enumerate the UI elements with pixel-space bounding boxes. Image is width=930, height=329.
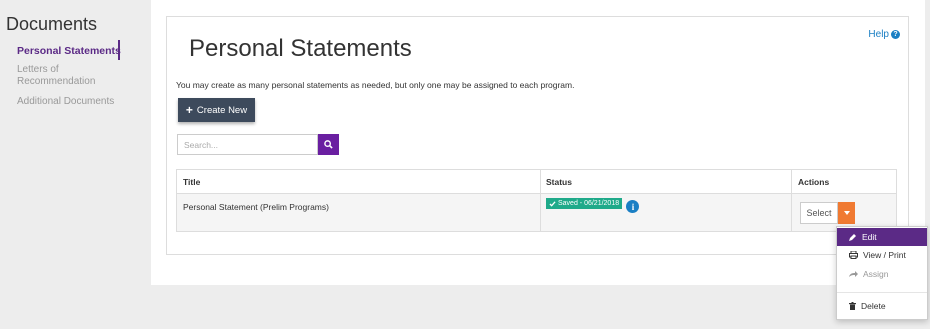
caret-down-icon: [843, 211, 850, 215]
search-icon: [324, 140, 333, 149]
actions-dropdown-menu: Edit View / Print Assign Delete: [836, 226, 928, 320]
table-header: Title Status Actions: [177, 170, 896, 194]
sidebar-heading: Documents: [6, 14, 98, 34]
menu-item-delete[interactable]: Delete: [837, 297, 927, 315]
sidebar-item-label: Additional Documents: [17, 96, 115, 107]
row-title: Personal Statement (Prelim Programs): [177, 194, 541, 231]
menu-item-label: View / Print: [863, 250, 906, 260]
column-header-status[interactable]: Status: [541, 170, 792, 193]
print-icon: [849, 251, 858, 259]
check-icon: [549, 200, 556, 207]
menu-item-view-print[interactable]: View / Print: [837, 246, 927, 264]
help-label: Help: [868, 29, 889, 40]
help-link[interactable]: Help ?: [868, 29, 900, 40]
create-new-label: Create New: [196, 104, 248, 116]
menu-item-edit[interactable]: Edit: [837, 228, 927, 246]
menu-divider: [837, 292, 927, 293]
create-new-button[interactable]: + Create New: [178, 98, 255, 122]
status-text: Saved - 06/21/2018: [558, 200, 620, 207]
menu-item-label: Assign: [863, 269, 889, 279]
sidebar-item-letters-of-recommendation[interactable]: Letters of Recommendation: [17, 64, 127, 88]
sidebar-item-label: Recommendation: [17, 76, 96, 87]
search-input[interactable]: [177, 134, 318, 155]
intro-text: You may create as many personal statemen…: [176, 80, 575, 90]
content-panel: Personal Statements Help ? You may creat…: [166, 16, 909, 255]
sidebar-item-personal-statements[interactable]: Personal Statements: [17, 40, 127, 60]
column-header-title[interactable]: Title: [177, 170, 541, 193]
question-circle-icon: ?: [891, 30, 900, 39]
sidebar: Documents Personal Statements Letters of…: [0, 0, 150, 329]
menu-item-label: Delete: [861, 301, 886, 311]
share-icon: [849, 271, 858, 277]
action-select: Select: [800, 202, 855, 224]
sidebar-item-label: Personal Statements: [17, 45, 121, 57]
table-row: Personal Statement (Prelim Programs) Sav…: [177, 194, 896, 231]
active-indicator: [118, 40, 120, 60]
page-title: Personal Statements: [189, 35, 412, 62]
row-status: Saved - 06/21/2018 i: [541, 194, 792, 231]
status-badge: Saved - 06/21/2018: [546, 198, 623, 209]
statements-table: Title Status Actions Personal Statement …: [176, 169, 897, 232]
sidebar-item-additional-documents[interactable]: Additional Documents: [17, 96, 127, 108]
pencil-icon: [849, 234, 856, 241]
plus-icon: +: [185, 103, 193, 117]
trash-icon: [849, 302, 856, 310]
select-button[interactable]: Select: [800, 202, 838, 224]
dropdown-toggle-button[interactable]: [838, 202, 855, 224]
column-header-actions: Actions: [798, 177, 830, 187]
sidebar-item-label: Letters of: [17, 64, 59, 75]
menu-item-assign[interactable]: Assign: [837, 265, 927, 283]
info-icon[interactable]: i: [626, 200, 640, 213]
search-button[interactable]: [318, 134, 339, 155]
menu-item-label: Edit: [862, 232, 877, 242]
